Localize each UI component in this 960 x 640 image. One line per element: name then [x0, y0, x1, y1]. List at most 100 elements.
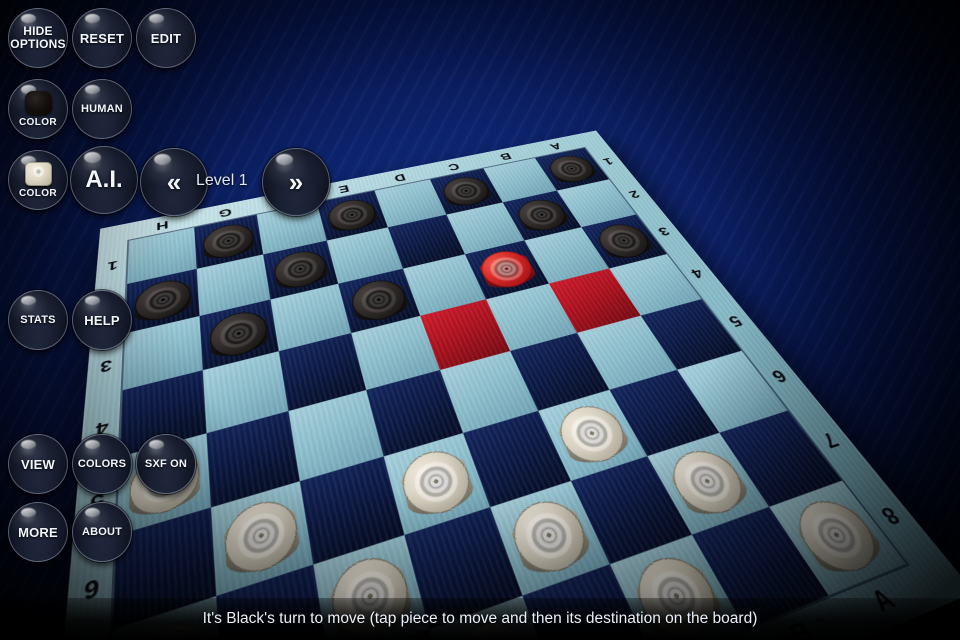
- piece-top: [590, 220, 657, 262]
- board-square-B5[interactable]: [202, 351, 289, 434]
- board-square-B4[interactable]: [206, 411, 300, 508]
- board-square-C4[interactable]: [288, 390, 384, 482]
- board-square-E8[interactable]: [374, 179, 447, 228]
- white-color-swatch-icon: [24, 161, 52, 186]
- edit-button[interactable]: EDIT: [136, 8, 196, 68]
- board-square-D5[interactable]: [351, 315, 440, 391]
- board-square-F4[interactable]: [510, 332, 610, 411]
- board-square-F8[interactable]: [429, 168, 503, 215]
- piece-black-D8[interactable]: [324, 196, 380, 235]
- board-square-G8[interactable]: [483, 158, 557, 203]
- board-square-F5[interactable]: [486, 283, 578, 351]
- piece-side: [545, 155, 600, 186]
- edit-label: EDIT: [150, 30, 182, 46]
- board-square-G2[interactable]: [647, 432, 770, 535]
- level-label: Level 1: [196, 172, 248, 189]
- human-button[interactable]: HUMAN: [72, 79, 132, 139]
- view-label: VIEW: [20, 456, 56, 472]
- board-square-H6[interactable]: [581, 214, 667, 269]
- about-label: ABOUT: [81, 526, 123, 538]
- board-square-E2[interactable]: [490, 480, 610, 596]
- board-square-G4[interactable]: [577, 315, 678, 390]
- board-square-C7[interactable]: [263, 240, 339, 300]
- board-square-F3[interactable]: [538, 389, 648, 481]
- piece-layer[interactable]: [102, 148, 907, 640]
- piece-red-F6[interactable]: [474, 246, 540, 293]
- piece-black-C7[interactable]: [271, 246, 330, 293]
- piece-top: [660, 443, 755, 522]
- piece-black-B6[interactable]: [208, 306, 270, 362]
- piece-side: [325, 199, 380, 234]
- piece-white-H1[interactable]: [783, 492, 890, 581]
- more-button[interactable]: MORE: [8, 502, 68, 562]
- level-next-button[interactable]: »: [262, 148, 330, 216]
- ai-button[interactable]: A.I.: [70, 146, 138, 214]
- board-square-B3[interactable]: [210, 481, 314, 597]
- hide-options-button[interactable]: HIDE OPTIONS: [8, 8, 68, 68]
- piece-black-H6[interactable]: [590, 220, 657, 262]
- board-label-top-G: G: [217, 205, 232, 220]
- board-square-D3[interactable]: [383, 433, 491, 535]
- board-square-E6[interactable]: [402, 254, 487, 316]
- board-square-G7[interactable]: [502, 190, 582, 241]
- piece-side: [789, 499, 889, 580]
- board-square-A8[interactable]: [127, 227, 197, 284]
- board-square-C3[interactable]: [299, 456, 405, 565]
- board-square-D8[interactable]: [316, 190, 388, 241]
- board-square-F2[interactable]: [570, 456, 692, 565]
- board-square-B7[interactable]: [196, 254, 271, 316]
- board-square-H8[interactable]: [534, 147, 609, 191]
- piece-black-G7[interactable]: [511, 195, 573, 235]
- board-square-E5[interactable]: [420, 299, 511, 370]
- board-square-H7[interactable]: [556, 179, 637, 228]
- board-square-A7[interactable]: [125, 268, 200, 334]
- white-color-button[interactable]: COLOR: [8, 150, 68, 210]
- ai-label: A.I.: [85, 166, 123, 193]
- piece-white-F3[interactable]: [549, 399, 635, 470]
- board-square-H1[interactable]: [769, 480, 907, 596]
- piece-black-H8[interactable]: [543, 152, 601, 186]
- board-square-H3[interactable]: [677, 350, 788, 433]
- board-square-A6[interactable]: [122, 315, 203, 391]
- help-button[interactable]: HELP: [72, 290, 132, 350]
- board-square-C5[interactable]: [278, 333, 367, 412]
- piece-black-A7[interactable]: [133, 275, 191, 326]
- about-button[interactable]: ABOUT: [72, 502, 132, 562]
- board-square-D7[interactable]: [326, 227, 403, 284]
- board-square-H2[interactable]: [719, 410, 842, 507]
- view-button[interactable]: VIEW: [8, 434, 68, 494]
- board-square-D4[interactable]: [366, 370, 464, 457]
- board-square-G5[interactable]: [548, 268, 641, 333]
- board-square-E7[interactable]: [387, 214, 465, 269]
- board-square-E4[interactable]: [440, 350, 539, 434]
- piece-black-F8[interactable]: [437, 173, 495, 210]
- piece-white-B3[interactable]: [221, 492, 302, 582]
- board-square-H5[interactable]: [609, 254, 702, 316]
- stats-button[interactable]: STATS: [8, 290, 68, 350]
- piece-white-G2[interactable]: [660, 443, 755, 522]
- vignette-overlay: [0, 0, 960, 640]
- board-square-F7[interactable]: [446, 202, 525, 255]
- piece-white-D3[interactable]: [395, 443, 478, 523]
- colors-button[interactable]: COLORS: [72, 434, 132, 494]
- black-color-button[interactable]: COLOR: [8, 79, 68, 139]
- board-square-F6[interactable]: [464, 240, 549, 300]
- board-grid[interactable]: [102, 147, 907, 640]
- board-square-G6[interactable]: [524, 227, 610, 284]
- board-square-B8[interactable]: [194, 214, 264, 269]
- board-square-E3[interactable]: [463, 410, 571, 508]
- sxf-toggle-button[interactable]: SXF ON: [136, 434, 196, 494]
- piece-side: [552, 405, 634, 469]
- board-square-G3[interactable]: [609, 369, 720, 457]
- piece-side: [513, 199, 572, 234]
- board-square-H4[interactable]: [640, 299, 742, 370]
- piece-black-B8[interactable]: [201, 220, 256, 263]
- board-square-D6[interactable]: [338, 268, 421, 334]
- piece-white-E2[interactable]: [502, 492, 596, 582]
- board-label-right-2: 2: [626, 187, 642, 200]
- reset-button[interactable]: RESET: [72, 8, 132, 68]
- piece-black-D6[interactable]: [347, 275, 411, 326]
- board-square-B6[interactable]: [199, 299, 279, 371]
- board-square-C6[interactable]: [270, 283, 352, 352]
- help-label: HELP: [84, 312, 120, 328]
